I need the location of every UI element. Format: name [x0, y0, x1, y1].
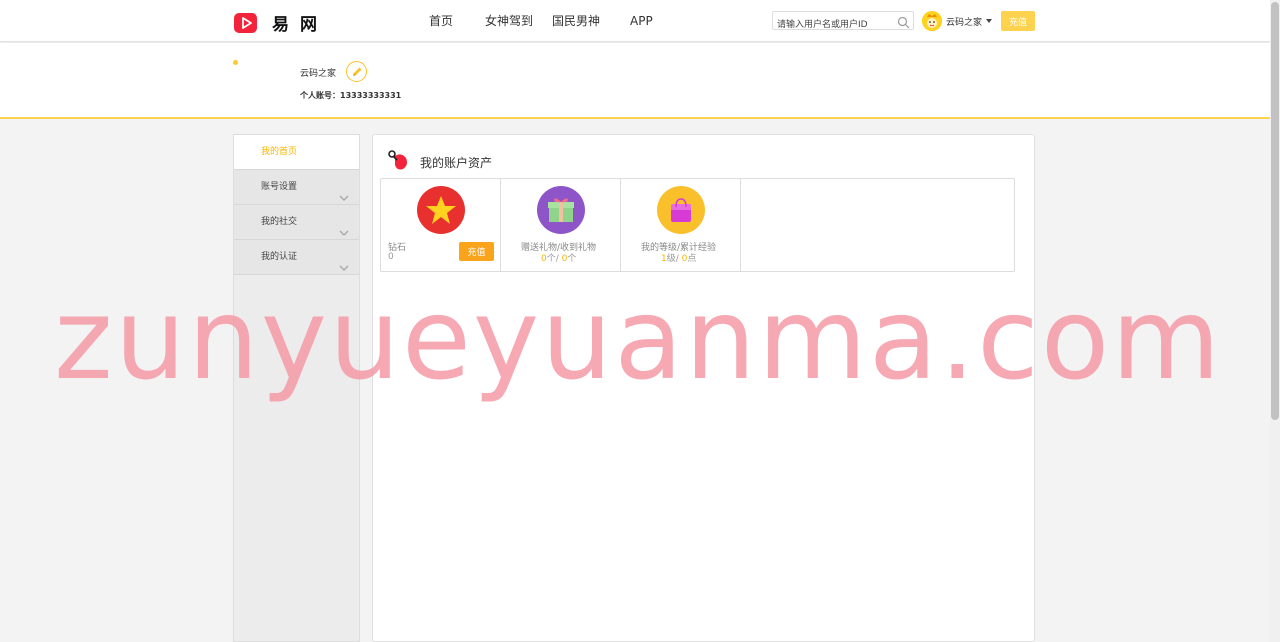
asset-gifts: 赠送礼物/收到礼物 0个/ 0个 — [501, 179, 621, 271]
diamond-value: 0 — [388, 252, 394, 262]
nav-male-idols[interactable]: 国民男神 — [552, 0, 600, 42]
profile-header: 云码之家 个人账号：13333333331 — [0, 43, 1270, 119]
gifts-received-unit: 个 — [567, 254, 577, 264]
top-navbar: 易网 首页 女神驾到 国民男神 APP 云码之家 充值 — [0, 0, 1270, 42]
sidebar-item-account-settings[interactable]: 账号设置 — [234, 170, 359, 205]
logo[interactable]: 易网 — [234, 10, 328, 35]
gifts-value: 0个/ 0个 — [541, 251, 576, 264]
avatar-icon — [922, 11, 942, 31]
nav-home[interactable]: 首页 — [429, 0, 453, 42]
top-recharge-button[interactable]: 充值 — [1001, 11, 1035, 31]
nav-goddess[interactable]: 女神驾到 — [485, 0, 533, 42]
user-name: 云码之家 — [946, 17, 983, 28]
sidebar-item-label: 账号设置 — [261, 182, 298, 192]
level-value: 1级/ 0点 — [661, 251, 696, 264]
gift-icon — [537, 186, 585, 234]
level-unit: 级/ — [666, 254, 682, 264]
vertical-scrollbar[interactable] — [1270, 0, 1280, 642]
exp-unit: 点 — [687, 254, 697, 264]
profile-name: 云码之家 — [300, 69, 337, 79]
sidebar-item-verification[interactable]: 我的认证 — [234, 240, 359, 275]
asset-level: 我的等级/累计经验 1级/ 0点 — [621, 179, 741, 271]
assets-bag-icon — [387, 149, 411, 175]
asset-summary: 钻石 0 充值 赠送礼物/收到礼物 0个/ 0个 我的等级/累计经验 1级/ 0… — [380, 178, 1015, 272]
sidebar-item-label: 我的社交 — [261, 217, 298, 227]
account-number: 个人账号：13333333331 — [300, 91, 402, 100]
search-input[interactable] — [773, 16, 893, 34]
gifts-sent-unit: 个/ — [546, 254, 562, 264]
sidebar-item-label: 我的首页 — [261, 147, 298, 157]
nav-app[interactable]: APP — [630, 0, 653, 42]
profile-avatar-placeholder — [233, 60, 238, 65]
brand-name: 易网 — [272, 15, 328, 35]
sidebar-item-home[interactable]: 我的首页 — [234, 135, 359, 170]
section-title: 我的账户资产 — [420, 155, 493, 170]
shopping-bag-icon — [657, 186, 705, 234]
edit-pencil-icon[interactable] — [346, 61, 367, 82]
search-icon[interactable] — [897, 14, 910, 33]
sidebar-item-social[interactable]: 我的社交 — [234, 205, 359, 240]
section-header: 我的账户资产 — [387, 149, 492, 175]
watermark: zunyueyuanma.com — [54, 275, 1223, 405]
sidebar-item-label: 我的认证 — [261, 252, 298, 262]
logo-play-icon — [234, 12, 257, 33]
diamond-recharge-button[interactable]: 充值 — [459, 242, 494, 261]
chevron-down-icon — [986, 19, 993, 23]
asset-diamond: 钻石 0 充值 — [381, 179, 501, 271]
star-icon — [417, 186, 465, 234]
scrollbar-thumb[interactable] — [1271, 2, 1279, 420]
search-box — [772, 11, 914, 34]
user-menu[interactable]: 云码之家 — [922, 11, 993, 31]
